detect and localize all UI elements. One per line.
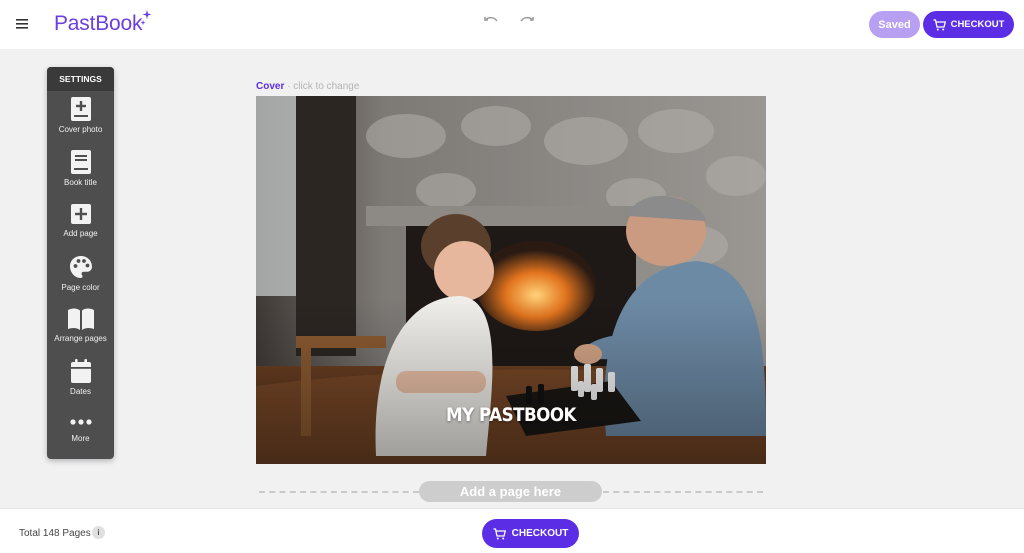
settings-item-label: Page color [61, 283, 100, 292]
redo-icon[interactable] [518, 15, 534, 34]
sparkle-icon [140, 10, 152, 26]
settings-item-label: More [71, 434, 90, 443]
settings-item-add-page[interactable]: Add page [47, 203, 114, 238]
checkout-button-top[interactable]: CHECKOUT [923, 11, 1014, 38]
info-icon[interactable]: i [92, 526, 105, 539]
cover-word: Cover [256, 81, 285, 92]
settings-item-label: Add page [63, 229, 98, 238]
add-page-divider-left [259, 491, 419, 493]
calendar-icon [70, 359, 91, 383]
cover-photo-icon [70, 97, 91, 121]
settings-panel: SETTINGS Cover photo Book title Add page… [47, 67, 114, 459]
settings-item-book-title[interactable]: Book title [47, 150, 114, 187]
settings-item-label: Arrange pages [54, 334, 107, 343]
undo-icon[interactable] [484, 15, 500, 34]
settings-item-label: Book title [64, 178, 97, 187]
add-page-divider-right [603, 491, 763, 493]
cover-label: Cover · click to change [256, 81, 359, 92]
total-pages-count: Total 148 Pages [19, 528, 91, 539]
open-book-icon [67, 308, 94, 330]
settings-item-dates[interactable]: Dates [47, 359, 114, 396]
checkout-label: CHECKOUT [950, 19, 1005, 30]
add-page-icon [70, 204, 91, 224]
bottom-bar: Total 148 Pages i CHECKOUT [0, 508, 1024, 553]
checkout-button-bottom[interactable]: CHECKOUT [482, 519, 579, 548]
top-bar: PastBook Saved CHECKOUT [0, 0, 1024, 49]
settings-item-label: Dates [70, 387, 91, 396]
settings-item-label: Cover photo [58, 125, 103, 134]
checkout-label: CHECKOUT [511, 528, 569, 539]
more-dots-icon [69, 419, 92, 425]
cart-icon [933, 18, 946, 30]
settings-item-cover-photo[interactable]: Cover photo [47, 97, 114, 134]
palette-icon [69, 256, 92, 278]
add-page-button[interactable]: Add a page here [419, 481, 602, 502]
book-title-icon [70, 150, 91, 174]
cover-hint: · click to change [284, 81, 360, 92]
settings-title: SETTINGS [47, 67, 114, 91]
cover-title[interactable]: MY PASTBOOK [287, 404, 736, 426]
cart-icon [493, 527, 506, 539]
settings-item-page-color[interactable]: Page color [47, 255, 114, 292]
hamburger-menu-icon[interactable] [12, 14, 32, 34]
settings-item-more[interactable]: More [47, 419, 114, 443]
pastbook-logo[interactable]: PastBook [54, 12, 142, 36]
settings-item-arrange-pages[interactable]: Arrange pages [47, 308, 114, 343]
saved-button[interactable]: Saved [869, 11, 920, 38]
